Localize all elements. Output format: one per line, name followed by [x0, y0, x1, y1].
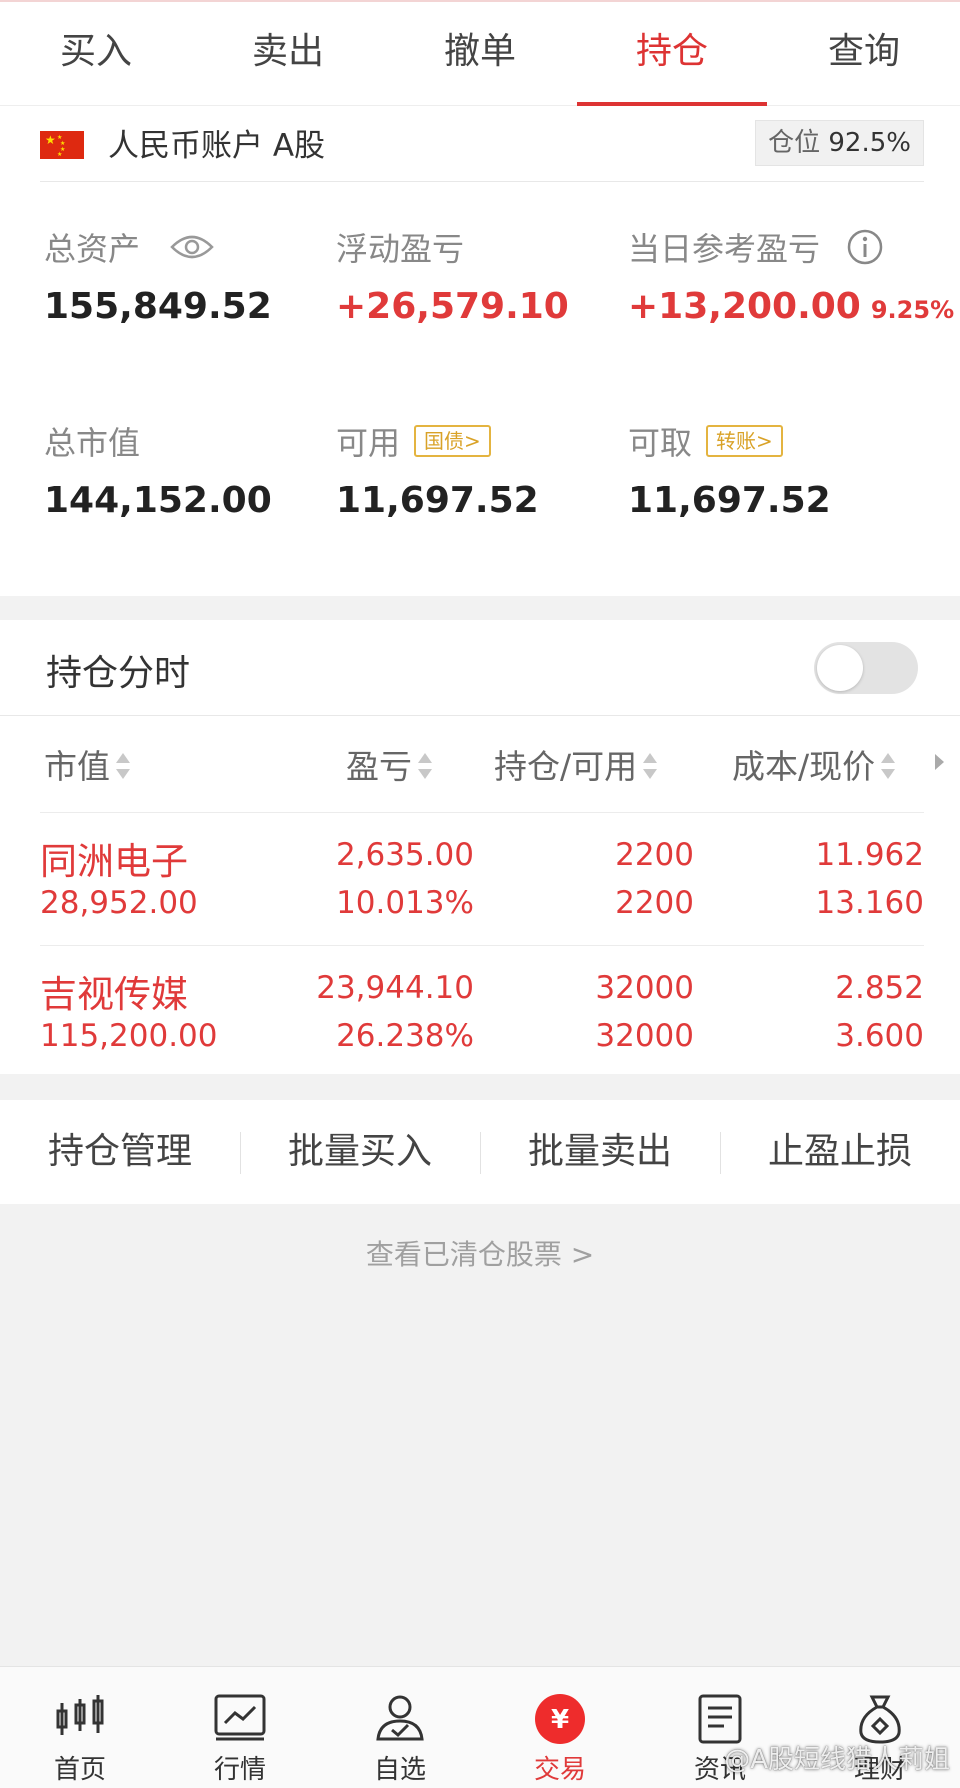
- sort-icon: [418, 751, 432, 781]
- stock-price: 3.600: [835, 1018, 924, 1054]
- stock-available: 2200: [615, 885, 694, 921]
- stock-pl-pct: 10.013%: [336, 885, 474, 921]
- yuan-circle-icon: ¥: [535, 1694, 585, 1744]
- tab-query[interactable]: 查询: [768, 2, 960, 105]
- stock-position: 32000: [595, 970, 694, 1006]
- tab-buy[interactable]: 买入: [0, 2, 192, 105]
- col-cost-price[interactable]: 成本/现价: [732, 740, 896, 788]
- stock-name: 吉视传媒: [40, 973, 188, 1016]
- daily-pl-value: +13,200.00 9.25%: [628, 286, 954, 327]
- stop-profit-loss-button[interactable]: 止盈止损: [720, 1100, 960, 1204]
- scroll-right-icon[interactable]: [935, 754, 944, 770]
- daily-pl-percent: 9.25%: [870, 296, 955, 324]
- col-pl-label: 盈亏: [346, 747, 412, 786]
- stock-position: 2200: [615, 837, 694, 873]
- daily-pl-label: 当日参考盈亏: [628, 224, 884, 270]
- toggle-knob: [817, 645, 863, 691]
- stock-price: 13.160: [815, 885, 924, 921]
- col-position-label: 持仓/可用: [494, 747, 638, 786]
- document-icon: [698, 1694, 742, 1744]
- tab-holdings[interactable]: 持仓: [576, 2, 768, 107]
- svg-text:¥: ¥: [551, 1705, 569, 1735]
- account-row[interactable]: ★ ★ ★ ★ ★ 人民币账户 A股 仓位 92.5%: [40, 106, 924, 182]
- account-summary: ★ ★ ★ ★ ★ 人民币账户 A股 仓位 92.5% 总资产 155,849.…: [0, 106, 960, 596]
- available-label: 可用 国债>: [336, 418, 491, 464]
- nav-trade[interactable]: ¥ 交易: [480, 1667, 640, 1788]
- holdings-column-header: 市值 盈亏 持仓/可用 成本/现价: [0, 716, 960, 812]
- holdings-header: 持仓分时: [0, 620, 960, 716]
- nav-watchlist-label: 自选: [373, 1755, 426, 1785]
- stock-available: 32000: [595, 1018, 694, 1054]
- stock-cost: 11.962: [815, 837, 924, 873]
- bottom-nav: 首页 行情 自选 ¥ 交易 资讯 理财 @A股短线猎人莉姐: [0, 1666, 960, 1788]
- account-name: 人民币账户 A股: [108, 128, 326, 164]
- batch-sell-button[interactable]: 批量卖出: [480, 1100, 720, 1204]
- table-row[interactable]: 同洲电子 28,952.00 2,635.00 10.013% 2200 220…: [40, 812, 924, 945]
- user-check-icon: [376, 1695, 424, 1741]
- transfer-tag[interactable]: 转账>: [706, 425, 783, 457]
- stock-pl: 2,635.00: [335, 837, 474, 873]
- col-market-value[interactable]: 市值: [44, 740, 130, 788]
- treasury-bond-tag[interactable]: 国债>: [414, 425, 491, 457]
- stock-name: 同洲电子: [40, 840, 188, 883]
- available-value: 11,697.52: [336, 480, 539, 521]
- stock-market-value: 28,952.00: [40, 885, 198, 921]
- holdings-section: 持仓分时 市值 盈亏 持仓/可用 成本/现价 同洲电子 28,952.00 2,…: [0, 620, 960, 1074]
- daily-pl-label-text: 当日参考盈亏: [628, 230, 821, 268]
- floating-pl-value: +26,579.10: [336, 286, 569, 327]
- total-assets-label-text: 总资产: [44, 230, 141, 268]
- market-value-label: 总市值: [44, 424, 141, 462]
- nav-home[interactable]: 首页: [0, 1667, 160, 1788]
- total-assets-value: 155,849.52: [44, 286, 272, 327]
- position-ratio-label: 仓位: [768, 128, 821, 158]
- stock-cost: 2.852: [835, 970, 924, 1006]
- chart-line-icon: [214, 1694, 266, 1741]
- col-position[interactable]: 持仓/可用: [494, 740, 658, 788]
- daily-pl-amount: +13,200.00: [628, 286, 861, 327]
- holdings-title: 持仓分时: [46, 653, 191, 694]
- col-market-value-label: 市值: [44, 747, 110, 786]
- batch-buy-button[interactable]: 批量买入: [240, 1100, 480, 1204]
- candlestick-icon: [56, 1695, 104, 1735]
- nav-home-label: 首页: [53, 1755, 106, 1785]
- manage-holdings-button[interactable]: 持仓管理: [0, 1100, 240, 1204]
- stock-pl: 23,944.10: [316, 970, 474, 1006]
- china-flag-icon: ★ ★ ★ ★ ★: [40, 131, 84, 159]
- money-bag-icon: [859, 1695, 901, 1744]
- sort-icon: [116, 751, 130, 781]
- info-icon[interactable]: [846, 228, 884, 266]
- withdrawable-label: 可取 转账>: [628, 418, 783, 464]
- col-pl[interactable]: 盈亏: [346, 740, 432, 788]
- view-cleared-stocks-link[interactable]: 查看已清仓股票 >: [0, 1233, 960, 1273]
- sort-icon: [643, 751, 658, 781]
- position-ratio-badge: 仓位 92.5%: [755, 120, 924, 166]
- position-ratio-value: 92.5%: [828, 128, 911, 158]
- withdrawable-value: 11,697.52: [628, 480, 831, 521]
- eye-icon[interactable]: [170, 233, 214, 261]
- sort-icon: [881, 751, 896, 781]
- market-value-value: 144,152.00: [44, 480, 272, 521]
- floating-pl-label: 浮动盈亏: [336, 230, 465, 268]
- stock-pl-pct: 26.238%: [336, 1018, 474, 1054]
- holdings-actions: 持仓管理 批量买入 批量卖出 止盈止损: [0, 1100, 960, 1204]
- top-tab-bar: 买入 卖出 撤单 持仓 查询: [0, 0, 960, 107]
- nav-market[interactable]: 行情: [160, 1667, 320, 1788]
- available-label-text: 可用: [336, 424, 401, 462]
- total-assets-label: 总资产: [44, 224, 214, 270]
- stock-market-value: 115,200.00: [40, 1018, 218, 1054]
- nav-watchlist[interactable]: 自选: [320, 1667, 480, 1788]
- tab-sell[interactable]: 卖出: [192, 2, 384, 105]
- watermark: @A股短线猎人莉姐: [724, 1745, 950, 1775]
- nav-trade-label: 交易: [533, 1755, 586, 1785]
- nav-market-label: 行情: [213, 1755, 266, 1785]
- table-row[interactable]: 吉视传媒 115,200.00 23,944.10 26.238% 32000 …: [40, 945, 924, 1078]
- col-cost-price-label: 成本/现价: [732, 747, 876, 786]
- intraday-toggle[interactable]: [814, 642, 918, 694]
- withdrawable-label-text: 可取: [628, 424, 693, 462]
- tab-cancel[interactable]: 撤单: [384, 2, 576, 105]
